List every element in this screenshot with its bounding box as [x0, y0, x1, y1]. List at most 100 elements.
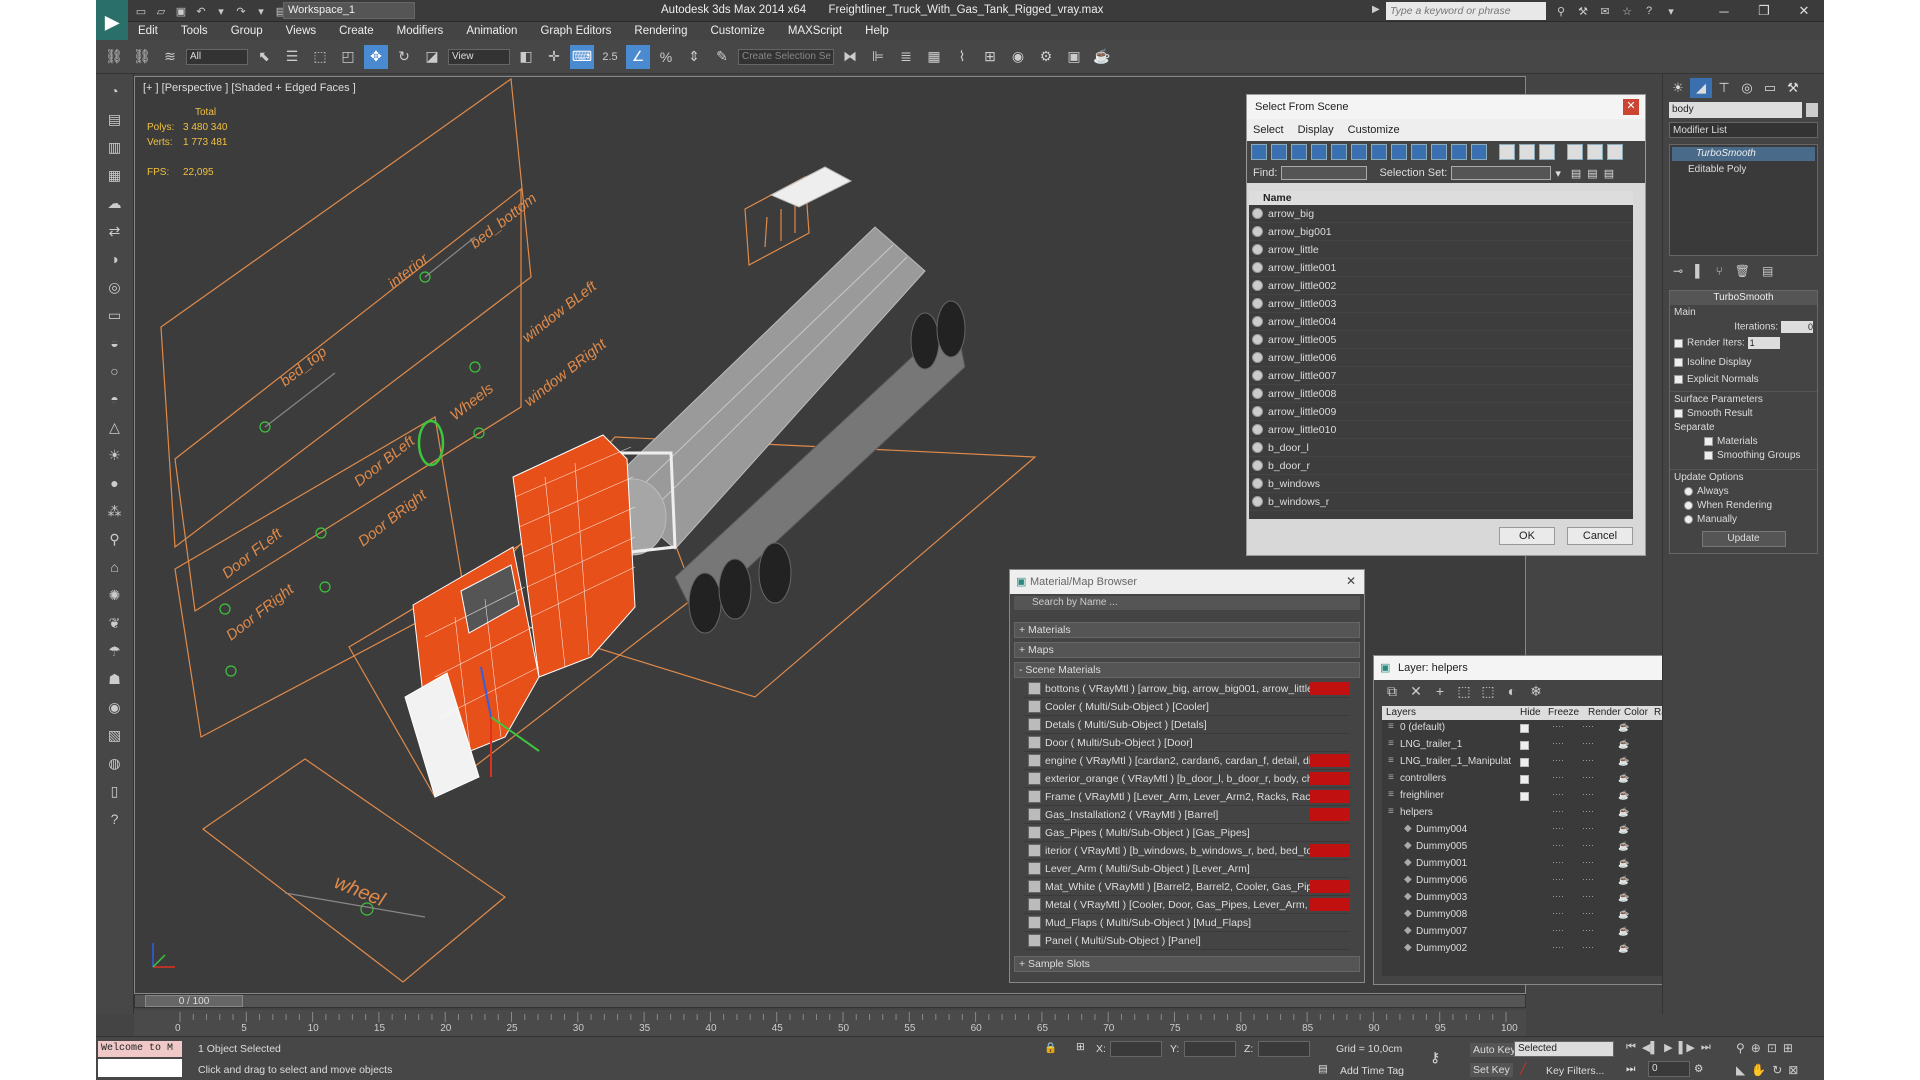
menu-customize[interactable]: Customize — [700, 22, 777, 40]
turbosmooth-rollout-title[interactable]: TurboSmooth — [1670, 291, 1817, 305]
hide-column[interactable]: Hide — [1520, 706, 1548, 720]
display-shapes-icon[interactable] — [1271, 144, 1287, 160]
scene-material-row[interactable]: Detals ( Multi/Sub-Object ) [Detals] — [1024, 716, 1350, 734]
display-cameras-icon[interactable] — [1311, 144, 1327, 160]
smooth-result-checkbox[interactable] — [1674, 408, 1683, 418]
freeze-toggle[interactable]: ···· — [1582, 772, 1594, 782]
modify-tab-icon[interactable]: ◢ — [1690, 78, 1712, 98]
next-frame-icon[interactable]: ▌▶ — [1679, 1041, 1695, 1054]
scene-material-row[interactable]: Frame ( VRayMtl ) [Lever_Arm, Lever_Arm2… — [1024, 788, 1350, 806]
menu-graph-editors[interactable]: Graph Editors — [530, 22, 624, 40]
layers-column[interactable]: Layers — [1382, 706, 1520, 720]
tool-strip-icon-17[interactable]: ⚲ — [102, 528, 128, 550]
menu-help[interactable]: Help — [855, 22, 902, 40]
iterations-spinner[interactable]: 0 — [1781, 321, 1813, 333]
separate-materials-checkbox[interactable] — [1704, 436, 1713, 446]
hide-toggle[interactable]: ···· — [1552, 806, 1564, 816]
select-by-name-icon[interactable]: ☰ — [280, 45, 304, 69]
tool-strip-icon-21[interactable]: ☂ — [102, 640, 128, 662]
remove-modifier-icon[interactable]: 🗑 — [1735, 264, 1750, 278]
select-layer-objects-icon[interactable]: ⬚ — [1454, 679, 1474, 703]
highlight-layer-icon[interactable]: ⬚ — [1478, 679, 1498, 703]
pan-view-icon[interactable]: ✋ — [1751, 1063, 1766, 1077]
zoom-all-icon[interactable]: ⊕ — [1751, 1041, 1761, 1055]
tool-strip-icon-18[interactable]: ⌂ — [102, 556, 128, 578]
freeze-toggle[interactable]: ···· — [1582, 840, 1594, 850]
freeze-toggle[interactable]: ···· — [1582, 942, 1594, 952]
scene-object-row[interactable]: arrow_little007 — [1249, 367, 1633, 385]
hide-toggle[interactable]: ···· — [1552, 908, 1564, 918]
undo-dropdown-icon[interactable]: ▾ — [212, 3, 230, 19]
snaps-toggle-icon[interactable]: 2.5 — [598, 45, 622, 69]
scene-materials-section[interactable]: - Scene Materials — [1014, 662, 1360, 678]
scene-material-row[interactable]: Cooler ( Multi/Sub-Object ) [Cooler] — [1024, 698, 1350, 716]
reference-coordinate-dropdown[interactable]: View — [448, 48, 510, 65]
render-setup-icon[interactable]: ⚙ — [1034, 45, 1058, 69]
utilities-tab-icon[interactable]: ⚒ — [1782, 78, 1804, 98]
current-layer-checkbox[interactable] — [1520, 792, 1529, 801]
hide-toggle[interactable]: ···· — [1552, 840, 1564, 850]
motion-tab-icon[interactable]: ◎ — [1736, 78, 1758, 98]
display-containers-icon[interactable] — [1431, 144, 1447, 160]
window-crossing-icon[interactable]: ◰ — [336, 45, 360, 69]
hide-toggle[interactable]: ···· — [1552, 874, 1564, 884]
binoculars-icon[interactable]: ⚲ — [1552, 3, 1570, 19]
previous-frame-icon[interactable]: ◀▌ — [1642, 1041, 1658, 1054]
scene-material-row[interactable]: Lever_Arm ( Multi/Sub-Object ) [Lever_Ar… — [1024, 860, 1350, 878]
time-slider-thumb[interactable]: 0 / 100 — [145, 995, 243, 1007]
edit-named-selection-icon[interactable]: ✎ — [710, 45, 734, 69]
separate-smoothing-checkbox[interactable] — [1704, 450, 1713, 460]
tool-strip-icon-6[interactable]: ⇄ — [102, 220, 128, 242]
curve-editor-icon[interactable]: ⌇ — [950, 45, 974, 69]
sample-slots-section[interactable]: + Sample Slots — [1014, 956, 1360, 972]
time-tag-icon[interactable]: ▤ — [1318, 1063, 1328, 1075]
maxscript-input[interactable] — [98, 1059, 182, 1077]
freeze-toggle[interactable]: ···· — [1582, 925, 1594, 935]
display-hidden-icon[interactable] — [1471, 144, 1487, 160]
tool-strip-icon-13[interactable]: △ — [102, 416, 128, 438]
scene-object-row[interactable]: b_door_r — [1249, 457, 1633, 475]
delete-layer-icon[interactable]: ✕ — [1406, 679, 1426, 703]
communication-icon[interactable]: ✉ — [1596, 3, 1614, 19]
tool-strip-icon-9[interactable]: ▭ — [102, 304, 128, 326]
scene-object-row[interactable]: arrow_little002 — [1249, 277, 1633, 295]
object-color-swatch[interactable] — [1806, 103, 1818, 117]
scene-material-row[interactable]: Mat_White ( VRayMtl ) [Barrel2, Barrel2,… — [1024, 878, 1350, 896]
teapot-render-icon[interactable]: ☕ — [1618, 739, 1629, 750]
always-radio[interactable] — [1684, 486, 1693, 496]
maxscript-listener[interactable]: Welcome to M — [98, 1041, 182, 1057]
manually-radio[interactable] — [1684, 514, 1693, 524]
key-mode-toggle-icon[interactable]: ⏭ — [1626, 1063, 1635, 1076]
hide-all-layers-icon[interactable]: ◐ — [1502, 679, 1522, 703]
teapot-render-icon[interactable]: ☕ — [1618, 926, 1629, 937]
display-groups-icon[interactable] — [1371, 144, 1387, 160]
material-search-input[interactable]: Search by Name ... — [1014, 596, 1360, 610]
menu-tools[interactable]: Tools — [171, 22, 221, 40]
close-window-icon[interactable]: ✕ — [1784, 0, 1824, 22]
help-icon[interactable]: ? — [1640, 3, 1658, 19]
freeze-toggle[interactable]: ···· — [1582, 806, 1594, 816]
menu-maxscript[interactable]: MAXScript — [778, 22, 855, 40]
rendered-frame-window-icon[interactable]: ▣ — [1062, 45, 1086, 69]
hide-toggle[interactable]: ···· — [1552, 942, 1564, 952]
percent-snap-icon[interactable]: % — [654, 45, 678, 69]
freeze-toggle[interactable]: ···· — [1582, 891, 1594, 901]
maps-section[interactable]: + Maps — [1014, 642, 1360, 658]
make-unique-icon[interactable]: ⑂ — [1716, 264, 1723, 278]
freeze-toggle[interactable]: ···· — [1582, 823, 1594, 833]
hide-toggle[interactable]: ···· — [1552, 772, 1564, 782]
rectangular-selection-icon[interactable]: ⬚ — [308, 45, 332, 69]
stack-item-turbosmooth[interactable]: TurboSmooth — [1672, 147, 1815, 161]
scene-material-row[interactable]: engine ( VRayMtl ) [cardan2, cardan6, ca… — [1024, 752, 1350, 770]
time-configuration-icon[interactable]: ⚙ — [1694, 1063, 1703, 1075]
scene-object-row[interactable]: arrow_big — [1249, 205, 1633, 223]
teapot-render-icon[interactable]: ☕ — [1618, 807, 1629, 818]
angle-snap-icon[interactable]: ∠ — [626, 44, 650, 69]
tool-strip-icon-26[interactable]: ▯ — [102, 780, 128, 802]
teapot-render-icon[interactable]: ☕ — [1618, 909, 1629, 920]
select-and-link-icon[interactable]: ⛓ — [102, 45, 126, 69]
teapot-render-icon[interactable]: ☕ — [1618, 824, 1629, 835]
go-to-end-icon[interactable]: ⏭ — [1701, 1041, 1711, 1054]
manage-layers-icon[interactable]: ≣ — [894, 45, 918, 69]
bind-space-warp-icon[interactable]: ≋ — [158, 45, 182, 69]
